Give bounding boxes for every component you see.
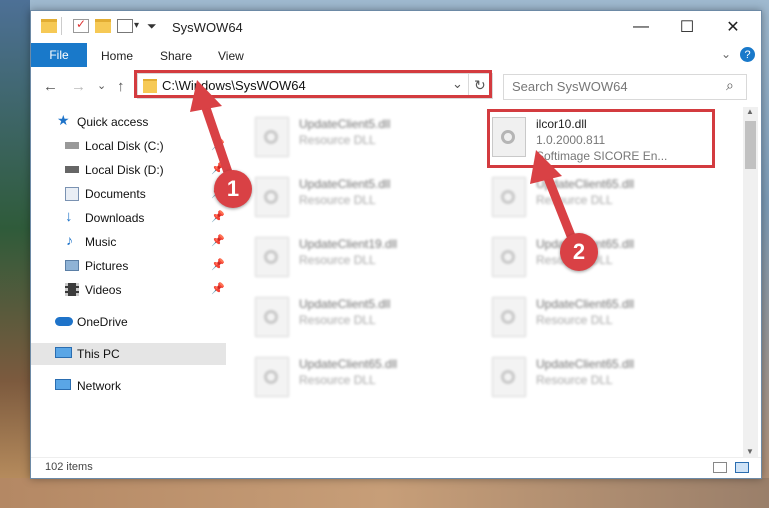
- annotation-badge-2: 2: [560, 233, 598, 271]
- arrow-1-head: [190, 80, 222, 112]
- annotation-badge-1: 1: [214, 170, 252, 208]
- annotation-arrows: [190, 80, 580, 248]
- arrow-2-head: [530, 150, 562, 184]
